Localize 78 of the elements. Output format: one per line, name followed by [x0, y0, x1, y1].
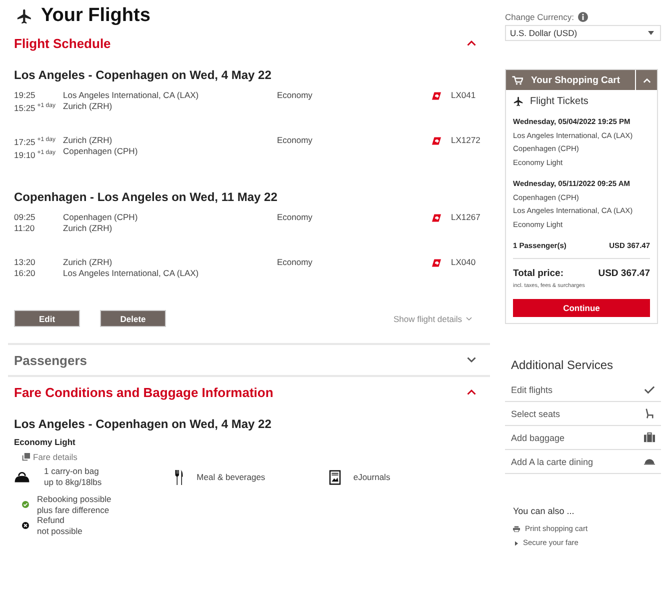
- cart-title: Your Shopping Cart: [531, 74, 620, 86]
- chevron-down-icon[interactable]: [467, 357, 476, 363]
- services-title: Additional Services: [511, 358, 614, 372]
- action-button[interactable]: Edit: [14, 310, 80, 327]
- departure-time: 09:25: [14, 212, 36, 223]
- dropdown-arrow-icon[interactable]: [648, 31, 654, 35]
- arrival-airport: Zurich (ZRH): [63, 223, 114, 234]
- amenity-text: 1 carry-on bag up to 8kg/18lbs: [44, 466, 102, 488]
- total-label: Total price:: [513, 268, 564, 279]
- departure-airport: Copenhagen (CPH): [63, 212, 139, 223]
- check-icon: [644, 384, 655, 395]
- service-item[interactable]: Select seats: [505, 402, 661, 426]
- departure-time: 19:25: [14, 90, 36, 101]
- flight-number: LX1272: [451, 135, 482, 145]
- service-item[interactable]: Add A la carte dining: [505, 450, 661, 474]
- also-title: You can also ...: [513, 506, 576, 516]
- chevron-up-icon[interactable]: [467, 389, 476, 395]
- arrival-airport: Zurich (ZRH): [63, 101, 114, 112]
- info-icon[interactable]: [578, 12, 588, 22]
- cart-icon: [512, 76, 523, 84]
- cloche-icon: [644, 456, 655, 467]
- fare-details-link[interactable]: Fare details: [33, 452, 78, 462]
- chevron-up-icon[interactable]: [467, 40, 476, 46]
- flight-number: LX040: [451, 257, 477, 267]
- departure-airport: Zurich (ZRH): [63, 135, 114, 146]
- seat-icon: [644, 408, 655, 419]
- cabin-class: Economy: [277, 90, 314, 100]
- continue-button[interactable]: Continue: [513, 299, 650, 317]
- chevron-up-icon: [642, 78, 650, 82]
- fare-name: Economy Light: [14, 437, 76, 447]
- arrival-airport: Los Angeles International, CA (LAX): [63, 268, 200, 279]
- airline-logo-icon: [432, 259, 441, 267]
- currency-label: Change Currency:: [505, 12, 574, 22]
- arrival-time: 11:20: [14, 223, 36, 234]
- condition-text: Rebooking possible plus fare difference: [37, 494, 112, 515]
- printer-icon: [513, 526, 520, 532]
- section-title[interactable]: Fare Conditions and Baggage Information: [14, 384, 274, 400]
- show-details-link[interactable]: Show flight details: [393, 314, 462, 324]
- condition-text: Refund not possible: [37, 515, 82, 536]
- service-item[interactable]: Add baggage: [505, 426, 661, 450]
- page-title: Your Flights: [41, 5, 150, 27]
- flight-number: LX1267: [451, 212, 482, 222]
- cabin-class: Economy: [277, 257, 314, 267]
- currency-dropdown[interactable]: U.S. Dollar (USD): [505, 25, 661, 41]
- journey-heading: Los Angeles - Copenhagen on Wed, 4 May 22: [14, 417, 272, 431]
- total-price: USD 367.47: [598, 268, 650, 279]
- collapse-button[interactable]: [635, 70, 657, 90]
- action-button[interactable]: Delete: [100, 310, 166, 327]
- plane-icon: [513, 96, 524, 107]
- service-item[interactable]: Edit flights: [505, 378, 661, 402]
- airline-logo-icon: [432, 137, 441, 145]
- amenity-text: Meal & beverages: [196, 472, 266, 482]
- plane-icon: [16, 8, 33, 24]
- departure-time: 17:25 $^{+1 day}$: [14, 136, 56, 148]
- arrival-time: 15:25 $^{+1 day}$: [14, 102, 56, 114]
- section-title[interactable]: Flight Schedule: [14, 36, 111, 50]
- airline-logo-icon: [432, 214, 441, 222]
- cabin-class: Economy: [277, 135, 314, 145]
- departure-time: 13:20: [14, 257, 36, 268]
- flight-tickets-title: Flight Tickets: [530, 96, 588, 107]
- arrival-airport: Copenhagen (CPH): [63, 146, 139, 157]
- bag-icon: [14, 470, 30, 484]
- journey-heading: Los Angeles - Copenhagen on Wed, 4 May 22: [14, 68, 272, 82]
- fare-details-icon[interactable]: [22, 453, 30, 461]
- journey-heading: Copenhagen - Los Angeles on Wed, 11 May 22: [14, 190, 278, 204]
- section-title[interactable]: Passengers: [14, 352, 87, 368]
- arrival-time: 19:10 $^{+1 day}$: [14, 148, 56, 161]
- departure-airport: Zurich (ZRH): [63, 257, 114, 268]
- chevron-down-icon[interactable]: [466, 316, 472, 320]
- arrival-time: 16:20: [14, 268, 36, 279]
- suitcase-icon: [644, 432, 655, 443]
- airline-logo-icon: [432, 92, 441, 100]
- journal-icon: [327, 470, 344, 484]
- triangle-bullet-icon: [515, 540, 518, 546]
- amenity-text: eJournals: [353, 472, 390, 482]
- flight-number: LX041: [451, 90, 477, 100]
- departure-airport: Los Angeles International, CA (LAX): [63, 90, 200, 101]
- cabin-class: Economy: [277, 212, 314, 222]
